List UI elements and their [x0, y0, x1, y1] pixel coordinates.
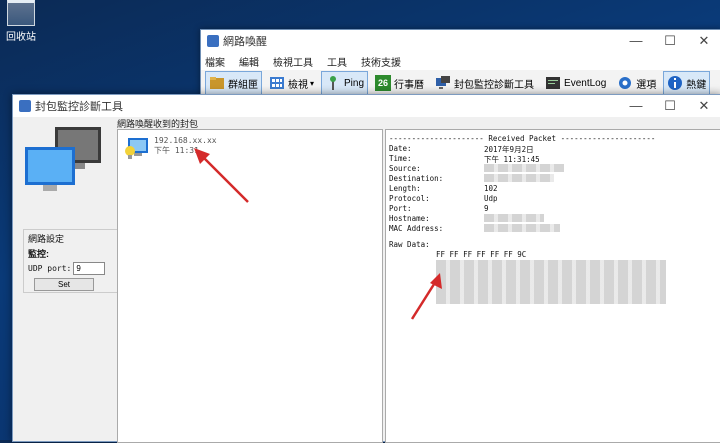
detail-label-hostname: Hostname: — [389, 214, 430, 223]
menu-bar: 檔案 編輯 檢視工具 工具 技術支援 — [201, 52, 720, 70]
detail-label-length: Length: — [389, 184, 421, 193]
chevron-down-icon[interactable]: ▾ — [310, 79, 314, 88]
raw-data-redacted — [436, 260, 666, 304]
detail-label-port: Port: — [389, 204, 412, 213]
menu-tools[interactable]: 工具 — [327, 54, 347, 69]
udp-port-input[interactable] — [73, 262, 106, 275]
recycle-bin-icon — [7, 0, 35, 26]
detail-value-protocol: Udp — [484, 194, 498, 203]
minimize-button[interactable]: — — [619, 95, 653, 117]
detail-label-destination: Destination: — [389, 174, 444, 183]
close-button[interactable]: ✕ — [687, 30, 720, 52]
detail-value-destination-redacted — [484, 174, 554, 182]
eventlog-icon — [546, 77, 561, 89]
raw-data-label: Raw Data: — [389, 240, 430, 249]
title-bar: 封包監控診斷工具 — ☐ ✕ — [13, 95, 720, 117]
detail-label-source: Source: — [389, 164, 421, 173]
toolbar-calendar-button[interactable]: 26 行事曆 — [371, 71, 428, 95]
udp-port-label: UDP port: — [28, 264, 72, 273]
item-address: 192.168.xx.xx — [154, 136, 217, 145]
menu-edit[interactable]: 編輯 — [239, 54, 259, 69]
set-button[interactable]: Set — [34, 278, 94, 291]
menu-view-tools[interactable]: 檢視工具 — [273, 54, 313, 69]
left-panel: 網路設定 監控: UDP port: Set — [13, 117, 119, 441]
detail-value-length: 102 — [484, 184, 498, 193]
monitor-label: 監控: — [28, 249, 49, 259]
info-icon — [668, 76, 683, 90]
settings-group-label: 網路設定 — [28, 234, 65, 244]
folder-icon — [210, 77, 224, 89]
menu-support[interactable]: 技術支援 — [361, 54, 401, 69]
toolbar: 群組匣 檢視 ▾ Ping 26 行事曆 封包監控診斷工具 EventLog 選… — [201, 70, 720, 97]
toolbar-options-button[interactable]: 選項 — [613, 71, 660, 95]
detail-value-mac-redacted — [484, 224, 560, 232]
window-title: 封包監控診斷工具 — [35, 101, 123, 113]
menu-file[interactable]: 檔案 — [205, 54, 225, 69]
toolbar-eventlog-button[interactable]: EventLog — [541, 71, 610, 95]
maximize-button[interactable]: ☐ — [653, 30, 687, 52]
title-bar: 網路喚醒 — ☐ ✕ — [201, 30, 720, 52]
detail-header: --------------------- Received Packet --… — [389, 134, 656, 143]
toolbar-hotkey-button[interactable]: 熱鍵 — [663, 71, 711, 95]
app-icon — [19, 100, 31, 112]
grid-icon — [270, 77, 284, 89]
window-title: 網路喚醒 — [223, 36, 267, 48]
detail-value-port: 9 — [484, 204, 489, 213]
detail-label-time: Time: — [389, 154, 412, 163]
list-item[interactable]: 192.168.xx.xx 下午 11:31 — [124, 136, 217, 162]
toolbar-ping-button[interactable]: Ping — [321, 71, 369, 95]
recycle-bin[interactable]: 回收站 — [2, 0, 40, 43]
toolbar-group-button[interactable]: 群組匣 — [205, 71, 262, 95]
toolbar-view-button[interactable]: 檢視 ▾ — [265, 71, 318, 95]
detail-value-hostname-redacted — [484, 214, 544, 222]
detail-label-date: Date: — [389, 144, 412, 153]
packet-detail-panel[interactable]: --------------------- Received Packet --… — [385, 129, 720, 443]
computers-icon — [25, 127, 101, 191]
monitor-icon — [436, 76, 451, 89]
recycle-bin-label: 回收站 — [6, 32, 36, 43]
item-time: 下午 11:31 — [154, 146, 199, 155]
ping-icon — [330, 76, 337, 90]
packet-monitor-window[interactable]: 封包監控診斷工具 — ☐ ✕ 網路設定 監控: UDP port: Set 網路… — [12, 94, 720, 443]
toolbar-packet-monitor-button[interactable]: 封包監控診斷工具 — [431, 71, 538, 95]
detail-value-source-redacted — [484, 164, 564, 172]
gear-icon — [619, 77, 632, 89]
calendar-icon: 26 — [375, 75, 392, 91]
close-button[interactable]: ✕ — [687, 95, 720, 117]
app-icon — [207, 35, 219, 47]
pc-bulb-icon — [125, 138, 148, 159]
detail-label-mac: MAC Address: — [389, 224, 444, 233]
raw-data-first-line: FF FF FF FF FF FF 9C — [436, 250, 527, 259]
maximize-button[interactable]: ☐ — [653, 95, 687, 117]
detail-label-protocol: Protocol: — [389, 194, 430, 203]
packet-list[interactable]: 192.168.xx.xx 下午 11:31 — [117, 129, 383, 443]
network-settings-group: 網路設定 監控: UDP port: Set — [23, 229, 119, 293]
minimize-button[interactable]: — — [619, 30, 653, 52]
